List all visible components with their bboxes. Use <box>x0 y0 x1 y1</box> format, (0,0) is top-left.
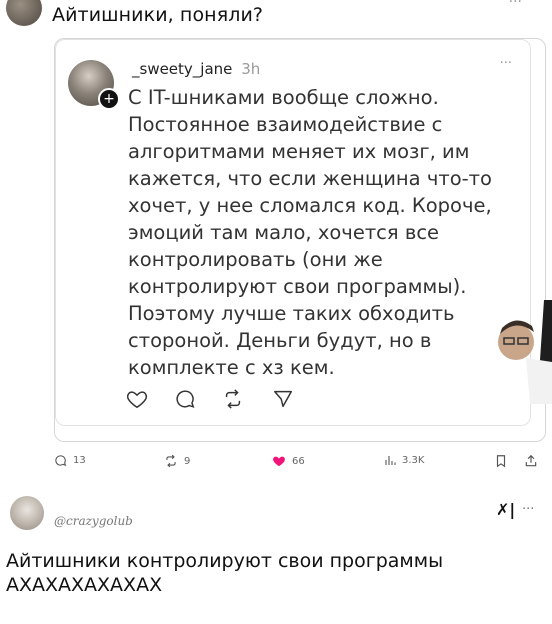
reply-username[interactable]: @crazygolub <box>54 514 133 528</box>
share-icon[interactable] <box>272 388 294 410</box>
header-more-icon[interactable]: ··· <box>509 0 522 10</box>
reply-text: Айтишники контролируют свои программы АХ… <box>6 550 444 596</box>
header-text: Айтишники, поняли? <box>52 4 264 26</box>
replies-stat[interactable]: 13 <box>54 454 86 467</box>
plus-icon[interactable]: + <box>98 88 120 110</box>
stats-bar: 13 9 66 3.3K <box>54 454 544 474</box>
likes-stat[interactable]: 66 <box>272 454 305 468</box>
repost-icon <box>166 454 176 468</box>
replies-count: 13 <box>73 455 86 466</box>
bookmark-button[interactable] <box>494 454 508 468</box>
quoted-more-icon[interactable]: ··· <box>500 56 512 71</box>
cropped-photo <box>496 300 552 404</box>
quoted-time: 3h <box>241 60 261 78</box>
like-icon <box>273 456 285 467</box>
reply-icon <box>55 455 67 466</box>
quoted-card[interactable]: + _sweety_jane 3h ··· С IT-шниками вообщ… <box>54 38 546 442</box>
views-icon <box>385 456 396 465</box>
x-logo-icon: ✗| <box>496 500 516 519</box>
quoted-actions <box>126 388 326 414</box>
reposts-stat[interactable]: 9 <box>164 454 190 468</box>
views-stat[interactable]: 3.3K <box>384 454 424 466</box>
quoted-post[interactable]: + _sweety_jane 3h ··· С IT-шниками вообщ… <box>55 39 531 426</box>
upload-icon <box>525 454 537 467</box>
reply-icon[interactable] <box>174 388 196 410</box>
reposts-count: 9 <box>184 455 191 467</box>
quoted-header: _sweety_jane 3h <box>132 60 260 78</box>
header-avatar[interactable] <box>6 0 42 26</box>
repost-icon[interactable] <box>222 388 244 410</box>
quoted-username[interactable]: _sweety_jane <box>132 60 232 78</box>
views-count: 3.3K <box>402 454 425 466</box>
reply-avatar[interactable] <box>10 496 44 530</box>
reply-more-icon[interactable]: ··· <box>522 502 534 517</box>
likes-count: 66 <box>292 455 305 467</box>
bookmark-icon <box>496 455 506 468</box>
upload-button[interactable] <box>524 454 538 468</box>
quoted-text: С IT-шниками вообще сложно. Постоянное в… <box>128 86 492 379</box>
like-outline-icon[interactable] <box>126 388 148 410</box>
